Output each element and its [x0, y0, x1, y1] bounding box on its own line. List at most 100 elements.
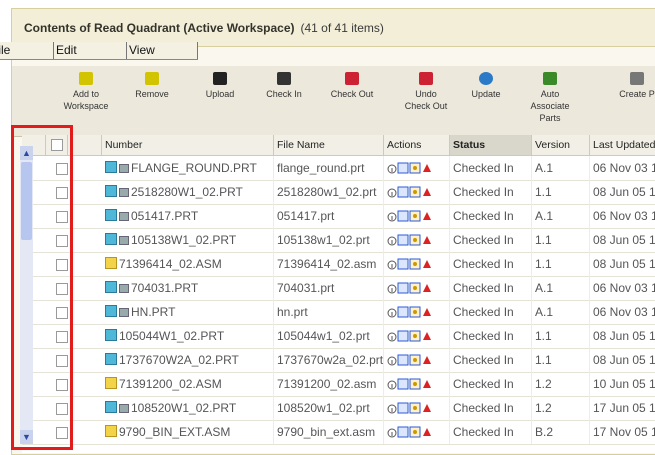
info-icon[interactable]: [387, 254, 397, 276]
table-header: Number File Name Actions Status Version Last …: [22, 135, 655, 156]
view-icon[interactable]: [397, 422, 409, 444]
cell-number[interactable]: 105138W1_02.PRT: [102, 228, 274, 252]
cell-actions: [384, 180, 450, 204]
cell-number[interactable]: 1737670W2A_02.PRT: [102, 348, 274, 372]
cell-number[interactable]: 71396414_02.ASM: [102, 252, 274, 276]
column-header-last-updated[interactable]: Last Updated: [590, 135, 655, 155]
cell-number[interactable]: 105044W1_02.PRT: [102, 324, 274, 348]
toolbar-button-5[interactable]: Check Out: [326, 72, 378, 100]
column-header-file-name[interactable]: File Name: [274, 135, 384, 155]
check-out-action-icon[interactable]: [421, 230, 433, 252]
number-text: 71396414_02.ASM: [119, 257, 222, 271]
view-icon[interactable]: [397, 182, 409, 204]
properties-icon[interactable]: [409, 374, 421, 396]
cell-file-name: 108520w1_02.prt: [274, 396, 384, 420]
info-icon[interactable]: [387, 374, 397, 396]
properties-icon[interactable]: [409, 206, 421, 228]
check-out-action-icon[interactable]: [421, 254, 433, 276]
info-icon[interactable]: [387, 278, 397, 300]
part-icon: [105, 161, 117, 173]
toolbar-button-4[interactable]: Check In: [262, 72, 306, 100]
table-row: 108520W1_02.PRT 108520w1_02.prt Checked In…: [22, 396, 655, 421]
cell-number[interactable]: 2518280W1_02.PRT: [102, 180, 274, 204]
view-icon[interactable]: [397, 302, 409, 324]
cell-number[interactable]: FLANGE_ROUND.PRT: [102, 156, 274, 180]
info-icon[interactable]: [387, 398, 397, 420]
column-header-status[interactable]: Status: [450, 135, 532, 155]
cell-last-updated: 17 Jun 05 1: [590, 396, 655, 420]
menu-view[interactable]: View: [127, 42, 198, 59]
info-icon[interactable]: [387, 182, 397, 204]
part-icon: [105, 329, 117, 341]
check-out-action-icon[interactable]: [421, 278, 433, 300]
properties-icon[interactable]: [409, 350, 421, 372]
part-icon: [105, 185, 117, 197]
cell-number[interactable]: HN.PRT: [102, 300, 274, 324]
properties-icon[interactable]: [409, 230, 421, 252]
view-icon[interactable]: [397, 230, 409, 252]
check-out-action-icon[interactable]: [421, 302, 433, 324]
number-text: FLANGE_ROUND.PRT: [131, 161, 257, 175]
info-icon[interactable]: [387, 158, 397, 180]
toolbar-button-6[interactable]: Undo Check Out: [400, 72, 452, 112]
toolbar-button-2[interactable]: Remove: [130, 72, 174, 100]
menu-edit[interactable]: Edit: [54, 42, 127, 59]
view-icon[interactable]: [397, 158, 409, 180]
toolbar-button-7[interactable]: Update: [464, 72, 508, 100]
info-icon[interactable]: [387, 302, 397, 324]
properties-icon[interactable]: [409, 182, 421, 204]
info-icon[interactable]: [387, 422, 397, 444]
properties-icon[interactable]: [409, 158, 421, 180]
check-out-action-icon[interactable]: [421, 158, 433, 180]
view-icon[interactable]: [397, 374, 409, 396]
menu-file[interactable]: File: [0, 42, 54, 59]
properties-icon[interactable]: [409, 278, 421, 300]
properties-icon[interactable]: [409, 302, 421, 324]
cell-number[interactable]: 9790_BIN_EXT.ASM: [102, 420, 274, 444]
table-icon: [119, 404, 129, 413]
toolbar-button-1[interactable]: Add to Workspace: [62, 72, 110, 112]
info-icon[interactable]: [387, 206, 397, 228]
table-row: 704031.PRT 704031.prt Checked In A.1 06 Nov …: [22, 276, 655, 301]
upload-icon: [213, 72, 227, 85]
part-icon: [105, 305, 117, 317]
table-row: 105044W1_02.PRT 105044w1_02.prt Checked In…: [22, 324, 655, 349]
cell-number[interactable]: 71391200_02.ASM: [102, 372, 274, 396]
check-out-action-icon[interactable]: [421, 326, 433, 348]
cell-file-name: 105044w1_02.prt: [274, 324, 384, 348]
column-header-number[interactable]: Number: [102, 135, 274, 155]
cell-number[interactable]: 108520W1_02.PRT: [102, 396, 274, 420]
cell-version: 1.1: [532, 252, 590, 276]
toolbar-button-3[interactable]: Upload: [198, 72, 242, 100]
column-header-actions[interactable]: Actions: [384, 135, 450, 155]
cell-number[interactable]: 704031.PRT: [102, 276, 274, 300]
cell-version: A.1: [532, 204, 590, 228]
check-out-action-icon[interactable]: [421, 350, 433, 372]
view-icon[interactable]: [397, 326, 409, 348]
check-out-action-icon[interactable]: [421, 374, 433, 396]
toolbar-button-label: Remove: [135, 89, 169, 99]
table-row: 71396414_02.ASM 71396414_02.asm Checked In…: [22, 252, 655, 277]
view-icon[interactable]: [397, 278, 409, 300]
check-out-action-icon[interactable]: [421, 422, 433, 444]
info-icon[interactable]: [387, 326, 397, 348]
cell-version: 1.2: [532, 396, 590, 420]
view-icon[interactable]: [397, 254, 409, 276]
view-icon[interactable]: [397, 398, 409, 420]
info-icon[interactable]: [387, 230, 397, 252]
properties-icon[interactable]: [409, 422, 421, 444]
properties-icon[interactable]: [409, 254, 421, 276]
check-out-action-icon[interactable]: [421, 398, 433, 420]
view-icon[interactable]: [397, 206, 409, 228]
column-header-version[interactable]: Version: [532, 135, 590, 155]
view-icon[interactable]: [397, 350, 409, 372]
toolbar-button-9[interactable]: Create P: [612, 72, 655, 100]
check-out-action-icon[interactable]: [421, 182, 433, 204]
properties-icon[interactable]: [409, 326, 421, 348]
cell-last-updated: 06 Nov 03 1: [590, 156, 655, 180]
toolbar-button-8[interactable]: Auto Associate Parts: [528, 72, 572, 124]
properties-icon[interactable]: [409, 398, 421, 420]
check-out-action-icon[interactable]: [421, 206, 433, 228]
info-icon[interactable]: [387, 350, 397, 372]
cell-number[interactable]: 051417.PRT: [102, 204, 274, 228]
